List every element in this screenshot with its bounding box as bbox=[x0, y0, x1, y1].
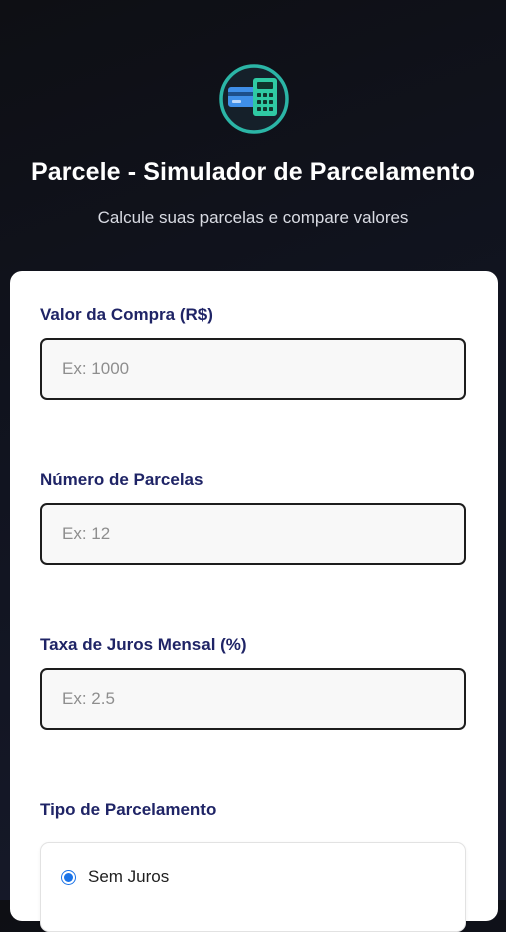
radio-selected-icon[interactable] bbox=[61, 869, 76, 885]
installment-type-label: Tipo de Parcelamento bbox=[40, 800, 217, 819]
interest-rate-label: Taxa de Juros Mensal (%) bbox=[40, 635, 247, 654]
interest-rate-input[interactable] bbox=[40, 668, 466, 730]
credit-card-calculator-icon bbox=[219, 64, 289, 134]
purchase-value-label: Valor da Compra (R$) bbox=[40, 305, 213, 324]
installments-label: Número de Parcelas bbox=[40, 470, 204, 489]
radio-option-sem-juros[interactable]: Sem Juros bbox=[61, 867, 169, 887]
installments-input[interactable] bbox=[40, 503, 466, 565]
page-title: Parcele - Simulador de Parcelamento bbox=[31, 158, 475, 186]
app-header: Parcele - Simulador de Parcelamento Calc… bbox=[0, 0, 506, 270]
purchase-value-input[interactable] bbox=[40, 338, 466, 400]
simulator-form-card: Valor da Compra (R$) Número de Parcelas … bbox=[10, 271, 498, 932]
radio-option-label: Sem Juros bbox=[88, 867, 170, 886]
page-subtitle: Calcule suas parcelas e compare valores bbox=[97, 208, 409, 227]
installment-type-options: Sem Juros bbox=[40, 842, 466, 932]
